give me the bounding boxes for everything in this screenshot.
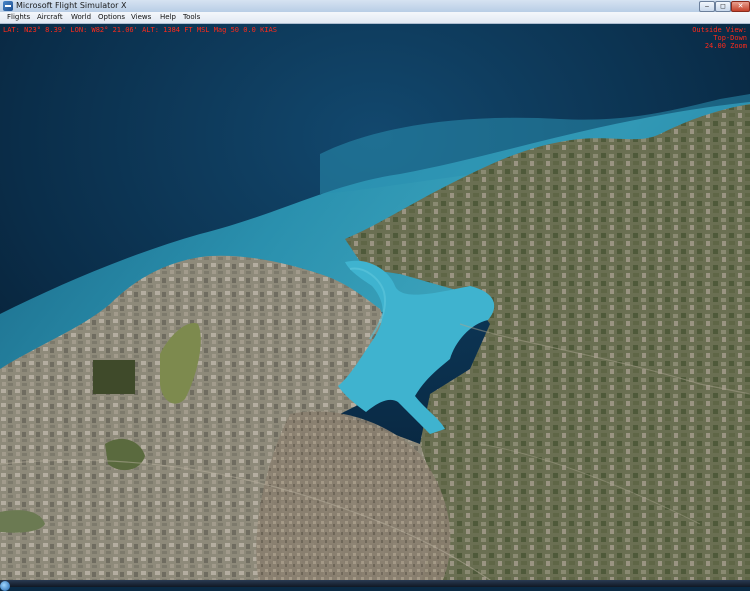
menu-tools[interactable]: Tools: [183, 12, 200, 23]
scenery-viewport[interactable]: [0, 24, 750, 587]
taskbar: [0, 580, 750, 587]
menu-flights[interactable]: Flights: [7, 12, 30, 23]
menu-aircraft[interactable]: Aircraft: [37, 12, 63, 23]
window-title: Microsoft Flight Simulator X: [16, 1, 127, 10]
start-orb-icon[interactable]: [0, 581, 10, 591]
app-icon[interactable]: [3, 1, 13, 11]
menu-options[interactable]: Options: [98, 12, 125, 23]
close-button[interactable]: ✕: [731, 1, 750, 12]
menu-world[interactable]: World: [71, 12, 91, 23]
maximize-button[interactable]: ◻: [715, 1, 731, 12]
view-mode-label: Outside View:: [692, 26, 747, 34]
menu-help[interactable]: Help: [160, 12, 176, 23]
minimize-button[interactable]: ‒: [699, 1, 715, 12]
menu-views[interactable]: Views: [131, 12, 151, 23]
menu-bar: Flights Aircraft World Options Views Hel…: [0, 12, 750, 24]
position-readout: LAT: N23° 8.39' LON: W82° 21.06' ALT: 13…: [3, 26, 277, 34]
zoom-level-label: 24.00 Zoom: [704, 42, 747, 50]
view-info: Outside View: Top-Down 24.00 Zoom: [692, 26, 747, 50]
view-type-label: Top-Down: [713, 34, 747, 42]
terrain-render: [0, 24, 750, 587]
